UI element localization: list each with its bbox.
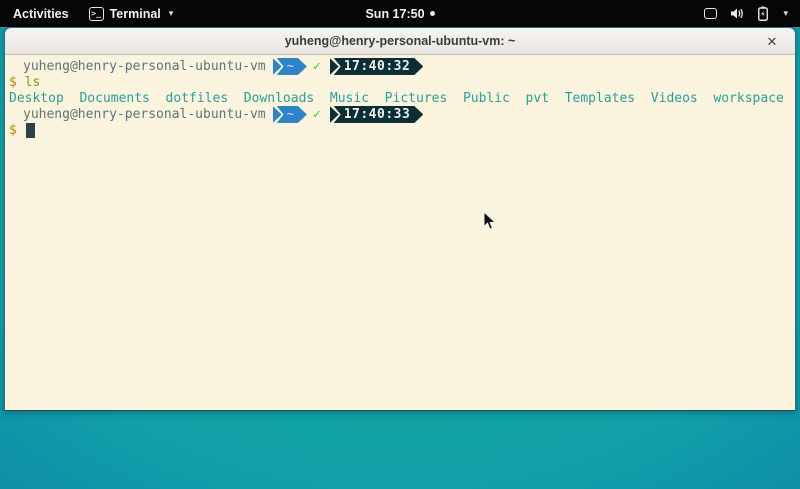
timestamp-segment: 17:40:33	[334, 106, 424, 123]
desktop-screen: Activities >_ Terminal ▾ Sun 17:50	[0, 0, 800, 489]
volume-icon	[730, 7, 745, 20]
system-tray[interactable]: ▾	[704, 6, 800, 21]
status-ok-icon: ✓	[313, 107, 321, 123]
clock-label: Sun 17:50	[365, 7, 424, 21]
gnome-top-bar: Activities >_ Terminal ▾ Sun 17:50	[0, 0, 800, 27]
app-menu-label: Terminal	[110, 7, 161, 21]
clock-button[interactable]: Sun 17:50	[365, 7, 434, 21]
current-input-line: $	[9, 123, 791, 139]
app-menu-terminal[interactable]: >_ Terminal ▾	[89, 7, 174, 21]
close-icon[interactable]: ✕	[759, 28, 785, 55]
timestamp-segment: 17:40:32	[334, 58, 424, 75]
terminal-cursor	[26, 123, 35, 138]
topbar-left: Activities >_ Terminal ▾	[0, 5, 173, 23]
user-host-text: yuheng@henry-personal-ubuntu-vm	[23, 107, 266, 123]
prompt-symbol: $	[9, 123, 17, 138]
command-line: $ ls	[9, 75, 791, 91]
activities-button[interactable]: Activities	[11, 5, 71, 23]
window-titlebar[interactable]: yuheng@henry-personal-ubuntu-vm: ~ ✕	[5, 28, 795, 55]
chevron-down-icon: ▾	[169, 8, 174, 19]
prompt-line-1: yuheng@henry-personal-ubuntu-vm ~ ✓ 17:4…	[9, 58, 791, 75]
prompt-symbol: $	[9, 75, 17, 90]
terminal-content[interactable]: yuheng@henry-personal-ubuntu-vm ~ ✓ 17:4…	[5, 55, 795, 411]
display-icon	[704, 8, 717, 19]
prompt-line-2: yuheng@henry-personal-ubuntu-vm ~ ✓ 17:4…	[9, 106, 791, 123]
terminal-app-icon: >_	[89, 7, 104, 21]
battery-charging-icon	[758, 6, 768, 21]
tray-chevron-down-icon: ▾	[783, 8, 788, 19]
command-text: ls	[25, 75, 41, 90]
user-host-text: yuheng@henry-personal-ubuntu-vm	[23, 59, 266, 75]
notification-dot-icon	[430, 11, 435, 16]
status-ok-icon: ✓	[313, 59, 321, 75]
ls-output: Desktop Documents dotfiles Downloads Mus…	[9, 91, 791, 107]
window-title: yuheng@henry-personal-ubuntu-vm: ~	[285, 34, 516, 48]
terminal-window: yuheng@henry-personal-ubuntu-vm: ~ ✕ yuh…	[4, 27, 796, 411]
